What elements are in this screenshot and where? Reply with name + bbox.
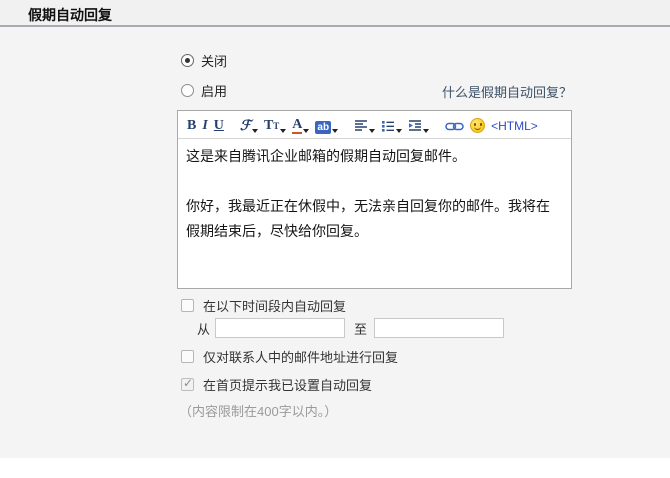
time-range-checkbox[interactable]: [181, 299, 194, 312]
contacts-only-option[interactable]: 仅对联系人中的邮件地址进行回复: [181, 347, 398, 366]
radio-off[interactable]: [181, 54, 194, 67]
font-color-button[interactable]: A: [292, 116, 309, 134]
reply-content-editor: B I U ℱ TT A ab: [177, 110, 572, 289]
radio-off-label: 关闭: [201, 51, 227, 70]
indent-icon: [408, 119, 422, 132]
homepage-notice-option[interactable]: 在首页提示我已设置自动回复: [181, 375, 372, 394]
panel-header: 假期自动回复: [0, 0, 670, 27]
chevron-down-icon: [280, 129, 286, 133]
from-date-input[interactable]: [215, 318, 345, 338]
homepage-notice-checkbox[interactable]: [181, 378, 194, 391]
bold-button[interactable]: B: [187, 116, 196, 134]
autoreply-off-option[interactable]: 关闭: [181, 51, 227, 70]
from-label: 从: [197, 319, 210, 338]
bold-icon: B: [187, 118, 196, 134]
page-title: 假期自动回复: [28, 5, 112, 25]
insert-link-button[interactable]: [445, 116, 464, 134]
chevron-down-icon: [332, 129, 338, 133]
editor-toolbar: B I U ℱ TT A ab: [178, 111, 571, 139]
align-button[interactable]: [354, 116, 375, 134]
contacts-only-label: 仅对联系人中的邮件地址进行回复: [203, 347, 398, 366]
bullet-list-icon: [381, 119, 395, 132]
radio-on-label: 启用: [201, 81, 227, 100]
link-icon: [445, 121, 464, 132]
highlight-color-button[interactable]: ab: [315, 116, 338, 134]
autoreply-on-option[interactable]: 启用: [181, 81, 227, 100]
chevron-down-icon: [423, 129, 429, 133]
reply-paragraph: 你好，我最近正在休假中，无法亲自回复你的邮件。我将在假期结束后，尽快给你回复。: [186, 194, 563, 244]
highlight-icon: ab: [315, 121, 331, 134]
to-label: 至: [354, 319, 367, 338]
chevron-down-icon: [303, 129, 309, 133]
reply-paragraph: 这是来自腾讯企业邮箱的假期自动回复邮件。: [186, 144, 563, 169]
vacation-autoreply-panel: 假期自动回复 关闭 启用 什么是假期自动回复？ B I U ℱ TT A ab: [0, 0, 670, 458]
underline-icon: U: [214, 118, 224, 134]
indent-button[interactable]: [408, 116, 429, 134]
html-tag-icon: <HTML>: [491, 118, 538, 134]
time-range-option[interactable]: 在以下时间段内自动回复: [181, 296, 346, 315]
italic-icon: I: [202, 118, 207, 134]
homepage-notice-label: 在首页提示我已设置自动回复: [203, 375, 372, 394]
reply-content-textarea[interactable]: 这是来自腾讯企业邮箱的假期自动回复邮件。 你好，我最近正在休假中，无法亲自回复你…: [178, 139, 571, 289]
italic-button[interactable]: I: [202, 116, 207, 134]
smiley-icon: [470, 118, 485, 133]
time-range-inputs: 从 至: [197, 318, 504, 338]
chevron-down-icon: [369, 129, 375, 133]
help-link[interactable]: 什么是假期自动回复？: [442, 82, 572, 101]
font-size-sub-icon: T: [273, 118, 279, 134]
underline-button[interactable]: U: [214, 116, 224, 134]
time-range-label: 在以下时间段内自动回复: [203, 296, 346, 315]
font-family-button[interactable]: ℱ: [240, 116, 258, 134]
contacts-only-checkbox[interactable]: [181, 350, 194, 363]
bullet-list-button[interactable]: [381, 116, 402, 134]
html-mode-button[interactable]: <HTML>: [491, 116, 538, 134]
align-icon: [354, 119, 368, 132]
font-size-icon: T: [264, 118, 273, 134]
to-date-input[interactable]: [374, 318, 504, 338]
chevron-down-icon: [396, 129, 402, 133]
radio-on[interactable]: [181, 84, 194, 97]
font-color-icon: A: [292, 118, 302, 134]
chevron-down-icon: [252, 129, 258, 133]
font-size-button[interactable]: TT: [264, 116, 286, 134]
content-limit-note: （内容限制在400字以内。）: [179, 401, 337, 420]
font-family-icon: ℱ: [240, 118, 251, 134]
emoticon-button[interactable]: [470, 116, 485, 134]
